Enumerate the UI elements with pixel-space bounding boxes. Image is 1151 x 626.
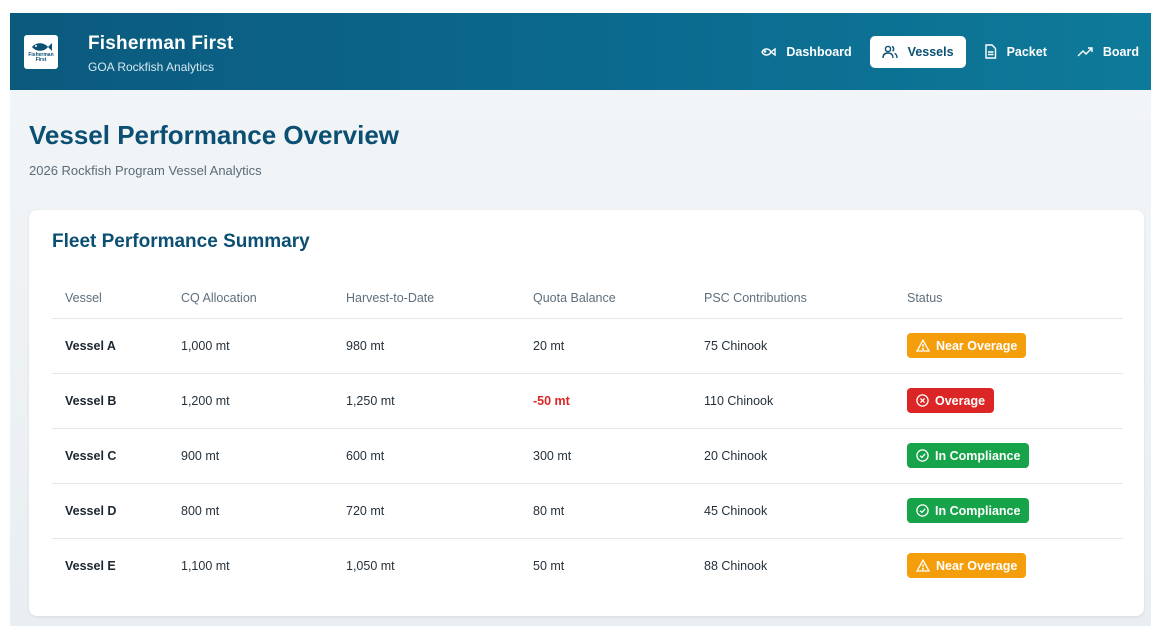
cell-balance: 80 mt: [520, 483, 691, 539]
cell-status: In Compliance: [894, 483, 1123, 539]
fleet-summary-card: Fleet Performance Summary Vessel CQ Allo…: [29, 210, 1144, 616]
column-header-quota-balance: Quota Balance: [520, 278, 691, 319]
column-header-psc: PSC Contributions: [691, 278, 894, 319]
card-title: Fleet Performance Summary: [52, 231, 310, 252]
status-label: Near Overage: [936, 558, 1018, 573]
cell-harvest: 1,250 mt: [333, 373, 520, 429]
warning-icon: [916, 339, 930, 352]
users-icon: [881, 45, 898, 58]
status-label: Overage: [935, 393, 986, 408]
nav-label: Packet: [1006, 44, 1047, 59]
cell-vessel: Vessel D: [52, 483, 168, 539]
logo[interactable]: Fisherman First: [24, 35, 58, 69]
cell-vessel: Vessel A: [52, 318, 168, 374]
page: Fisherman First Fisherman First GOA Rock…: [10, 13, 1151, 626]
cell-vessel: Vessel C: [52, 428, 168, 484]
cell-balance: 20 mt: [520, 318, 691, 374]
cell-status: Overage: [894, 373, 1123, 429]
warning-icon: [916, 559, 930, 572]
cell-psc: 75 Chinook: [691, 318, 894, 374]
column-header-status: Status: [894, 278, 1123, 319]
cell-status: In Compliance: [894, 428, 1123, 484]
column-header-vessel: Vessel: [52, 278, 168, 319]
cell-balance: 50 mt: [533, 558, 565, 573]
nav-board[interactable]: Board: [1065, 36, 1151, 68]
nav-vessels[interactable]: Vessels: [869, 35, 966, 68]
nav-label: Dashboard: [786, 44, 852, 59]
table-row[interactable]: Vessel C 900 mt 600 mt 300 mt 20 Chinook…: [52, 428, 1123, 484]
table-header-row: Vessel CQ Allocation Harvest-to-Date Quo…: [52, 278, 1123, 319]
status-badge: In Compliance: [907, 498, 1030, 523]
status-label: In Compliance: [935, 448, 1021, 463]
table-row[interactable]: Vessel D 800 mt 720 mt 80 mt 45 Chinook …: [52, 483, 1123, 539]
status-label: In Compliance: [935, 503, 1021, 518]
cell-psc: 110 Chinook: [691, 373, 894, 429]
status-badge: Near Overage: [907, 333, 1027, 358]
cell-harvest: 1,050 mt: [346, 558, 395, 573]
nav-packet[interactable]: Packet: [972, 36, 1059, 68]
document-icon: [984, 44, 996, 59]
nav-label: Vessels: [907, 44, 954, 59]
page-title: Vessel Performance Overview: [29, 120, 400, 150]
page-subtitle: 2026 Rockfish Program Vessel Analytics: [29, 163, 262, 178]
cell-cq: 1,100 mt: [181, 558, 230, 573]
cell-harvest: 980 mt: [333, 318, 520, 374]
cell-psc: 20 Chinook: [691, 428, 894, 484]
cell-cq: 1,200 mt: [168, 373, 333, 429]
logo-text: Fisherman First: [28, 52, 54, 63]
cell-status: Near Overage: [894, 318, 1123, 374]
table-row[interactable]: Vessel E 1,100 mt 1,050 mt 50 mt 88 Chin…: [52, 538, 1123, 593]
table-row[interactable]: Vessel A 1,000 mt 980 mt 20 mt 75 Chinoo…: [52, 318, 1123, 374]
cell-vessel: Vessel B: [52, 373, 168, 429]
status-badge: In Compliance: [907, 443, 1030, 468]
column-header-harvest: Harvest-to-Date: [333, 278, 520, 319]
status-badge: Near Overage: [907, 553, 1027, 579]
nav-dashboard[interactable]: Dashboard: [748, 36, 863, 68]
trending-up-icon: [1077, 46, 1093, 56]
status-label: Near Overage: [936, 338, 1018, 353]
column-header-cq-allocation: CQ Allocation: [168, 278, 333, 319]
cell-balance: -50 mt: [520, 373, 691, 429]
status-badge: Overage: [907, 388, 995, 413]
app-header: Fisherman First Fisherman First GOA Rock…: [10, 13, 1151, 90]
table-row[interactable]: Vessel B 1,200 mt 1,250 mt -50 mt 110 Ch…: [52, 373, 1123, 429]
cell-vessel: Vessel E: [65, 558, 116, 573]
check-circle-icon: [916, 449, 929, 462]
nav-label: Board: [1102, 44, 1139, 59]
cell-harvest: 600 mt: [333, 428, 520, 484]
cell-cq: 800 mt: [168, 483, 333, 539]
cell-psc: 45 Chinook: [691, 483, 894, 539]
x-circle-icon: [916, 394, 929, 407]
cell-cq: 900 mt: [168, 428, 333, 484]
cell-balance: 300 mt: [520, 428, 691, 484]
cell-harvest: 720 mt: [333, 483, 520, 539]
brand-subtitle: GOA Rockfish Analytics: [88, 60, 215, 74]
cell-cq: 1,000 mt: [168, 318, 333, 374]
cell-psc: 88 Chinook: [704, 558, 768, 573]
main-nav: Dashboard Vessels Packet Board: [748, 35, 1151, 68]
brand-title: Fisherman First: [88, 33, 234, 54]
fleet-table: Vessel CQ Allocation Harvest-to-Date Quo…: [52, 278, 1123, 593]
check-circle-icon: [916, 504, 929, 517]
cell-status: Near Overage: [894, 538, 1123, 593]
fish-icon: [761, 47, 777, 56]
